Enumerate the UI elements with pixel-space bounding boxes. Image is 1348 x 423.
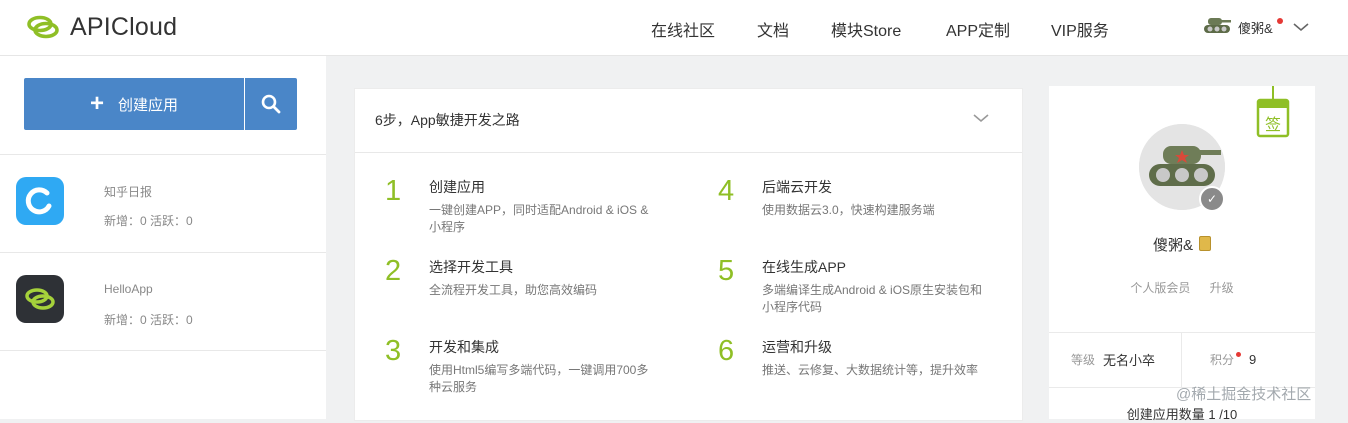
app-name: HelloApp [104,282,153,296]
nav-app-custom[interactable]: APP定制 [946,17,1010,41]
apicloud-logo[interactable]: APICloud [24,10,177,44]
nav-vip-service[interactable]: VIP服务 [1051,17,1109,41]
step-number: 3 [385,335,402,367]
create-app-button[interactable]: + 创建应用 [24,78,244,130]
level-label: 等级 [1071,353,1096,367]
create-app-label: 创建应用 [118,96,179,114]
step-title: 选择开发工具 [429,259,513,275]
step-title: 创建应用 [429,179,485,195]
search-icon [261,94,281,114]
logo-text: APICloud [70,12,178,41]
notification-dot [1277,18,1283,24]
zhihu-app-icon [16,177,64,225]
plus-icon: + [89,90,104,117]
app-list-item[interactable]: HelloApp 新增：0 活跃：0 [0,253,326,350]
step-title: 运营和升级 [762,339,832,355]
user-menu[interactable]: 傻粥& [1202,14,1283,40]
top-header: APICloud 在线社区 文档 模块Store APP定制 VIP服务 傻粥& [0,0,1348,56]
step-number: 6 [718,335,735,367]
apps-count: 创建应用数量 1 /10 [1126,407,1238,422]
app-stats: 新增：0 活跃：0 [104,313,193,327]
step-number: 2 [385,255,402,287]
apicloud-logo-icon [27,15,59,39]
getting-started-steps: 6步，App敏捷开发之路 1 创建应用 一键创建APP，同时适配Android … [354,88,1023,421]
step-description: 全流程开发工具，助您高效编码 [429,283,598,297]
upgrade-link[interactable]: 升级 [1210,281,1234,295]
search-app-button[interactable] [245,78,297,130]
app-name: 知乎日报 [104,185,153,199]
step-description: 使用Html5编写多端代码，一键调用700多种云服务 [429,363,649,394]
level-stat: 等级 无名小卒 [1071,332,1155,387]
stat-divider [1181,332,1182,387]
sidebar-divider [0,350,326,351]
level-value: 无名小卒 [1103,353,1156,368]
step-title: 开发和集成 [429,339,499,355]
points-dot [1236,352,1242,357]
step-description: 推送、云修复、大数据统计等，提升效率 [762,363,979,377]
step-title: 在线生成APP [762,259,847,275]
membership-row: 个人版会员 升级 [1049,279,1315,296]
sign-label: 签 [1265,115,1281,134]
profile-card: 签 ✓ 傻粥& 个人版会员 升级 等级 无名小卒 积分 9 创建应用数量 1 /… [1049,86,1315,422]
calendar-sign-icon: 签 [1256,86,1290,138]
medal-icon [1199,236,1211,251]
juejin-watermark: @稀土掘金技术社区 [1176,386,1312,403]
step-description: 多端编译生成Android & iOS原生安装包和小程序代码 [762,283,983,314]
membership-label: 个人版会员 [1130,281,1191,295]
app-stats: 新增：0 活跃：0 [104,214,193,228]
app-sidebar: + 创建应用 知乎日报 新增：0 活跃：0 HelloApp 新增：0 活跃：0 [0,56,326,419]
points-value: 9 [1249,352,1257,367]
tank-avatar-icon [1204,18,1231,33]
nav-community[interactable]: 在线社区 [651,17,715,41]
verified-check-icon: ✓ [1199,186,1225,212]
app-list-item[interactable]: 知乎日报 新增：0 活跃：0 [0,155,326,252]
nav-module-store[interactable]: 模块Store [831,17,901,41]
step-title: 后端云开发 [762,179,832,195]
step-description: 一键创建APP，同时适配Android & iOS & 小程序 [429,203,649,234]
sign-in-button[interactable]: 签 [1255,86,1291,140]
profile-name: 傻粥& [1152,237,1193,254]
helloapp-app-icon [16,275,64,323]
step-description: 使用数据云3.0，快速构建服务端 [762,203,935,217]
profile-name-row: 傻粥& [1049,234,1315,255]
points-stat[interactable]: 积分 9 [1210,332,1256,387]
step-number: 4 [718,175,735,207]
nav-docs[interactable]: 文档 [757,17,789,41]
user-name: 傻粥& [1238,20,1273,36]
collapse-chevron-icon[interactable] [973,113,989,123]
step-number: 1 [385,175,402,207]
steps-header[interactable]: 6步，App敏捷开发之路 [355,89,1022,153]
chevron-down-icon[interactable] [1293,22,1309,32]
step-number: 5 [718,255,735,287]
steps-title: 6步，App敏捷开发之路 [375,112,520,128]
points-label: 积分 [1210,353,1235,367]
